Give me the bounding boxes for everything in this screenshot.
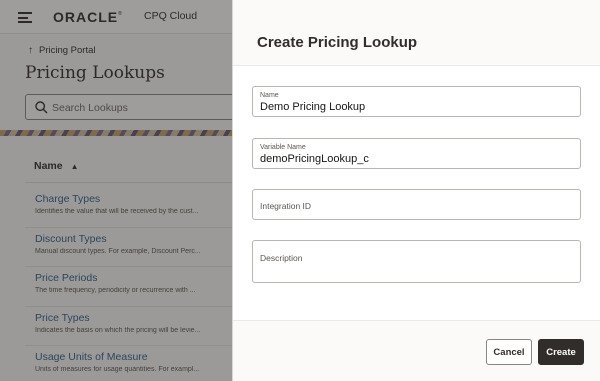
name-field[interactable]: Name Demo Pricing Lookup [252, 86, 581, 117]
description-field-label: Description [260, 253, 303, 263]
name-field-label: Name [260, 92, 279, 99]
name-field-value[interactable]: Demo Pricing Lookup [260, 101, 365, 113]
create-lookup-drawer: Create Pricing Lookup Name Demo Pricing … [232, 0, 600, 381]
drawer-header: Create Pricing Lookup [233, 0, 600, 66]
modal-overlay[interactable] [0, 0, 232, 381]
drawer-body: Name Demo Pricing Lookup Variable Name d… [233, 66, 600, 321]
description-field[interactable]: Description [252, 240, 581, 283]
drawer-footer: Cancel Create [233, 320, 600, 381]
create-button[interactable]: Create [538, 339, 584, 365]
variable-name-field-label: Variable Name [260, 144, 306, 151]
integration-id-field-label: Integration ID [260, 201, 312, 211]
variable-name-field[interactable]: Variable Name demoPricingLookup_c [252, 138, 581, 169]
cancel-button[interactable]: Cancel [486, 339, 532, 365]
variable-name-field-value[interactable]: demoPricingLookup_c [260, 153, 369, 165]
integration-id-field[interactable]: Integration ID [252, 189, 581, 220]
drawer-title: Create Pricing Lookup [257, 34, 418, 51]
